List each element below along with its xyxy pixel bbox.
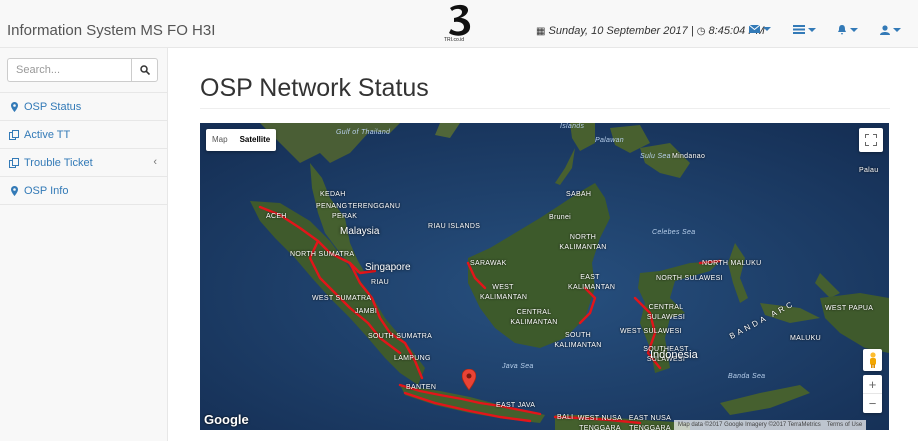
title-divider xyxy=(200,108,890,109)
sidebar-item-active-tt[interactable]: Active TT xyxy=(0,121,167,149)
page-title: OSP Network Status xyxy=(200,74,429,102)
user-dropdown[interactable] xyxy=(880,25,901,35)
zoom-in-button[interactable]: + xyxy=(863,375,882,394)
location-marker-icon[interactable] xyxy=(462,369,476,391)
map-label-sabah: SABAH xyxy=(566,191,592,198)
search-button[interactable] xyxy=(131,58,158,82)
map-label-indonesia: Indonesia xyxy=(650,349,698,361)
copy-icon xyxy=(9,129,19,140)
map-label-north-kalimantan: NORTH KALIMANTAN xyxy=(559,234,607,251)
map-label-perak: PERAK xyxy=(332,213,358,220)
current-date: Sunday, 10 September 2017 xyxy=(548,25,688,37)
google-logo[interactable]: Google xyxy=(204,412,249,427)
sidebar-item-osp-info[interactable]: OSP Info xyxy=(0,177,167,205)
calendar-icon: ▦ xyxy=(536,26,546,37)
map-type-map-button[interactable]: Map xyxy=(206,129,234,151)
map-label-south-sumatra: SOUTH SUMATRA xyxy=(368,333,433,340)
envelope-icon xyxy=(749,25,760,33)
datetime: ▦ Sunday, 10 September 2017 | ◷ 8:45:04 … xyxy=(536,25,765,37)
map-marker-icon xyxy=(9,101,19,112)
fullscreen-icon xyxy=(865,134,877,146)
map-label-north-sumatra: NORTH SUMATRA xyxy=(290,251,355,258)
map-type-satellite-button[interactable]: Satellite xyxy=(234,129,277,151)
fullscreen-button[interactable] xyxy=(859,128,883,152)
map-label-east-kalimantan: EAST KALIMANTAN xyxy=(568,274,616,291)
map-label-banda-sea: Banda Sea xyxy=(728,373,766,380)
tasks-dropdown[interactable] xyxy=(793,25,816,34)
map-marker-icon xyxy=(9,185,19,196)
map-label-north-sulawesi: NORTH SULAWESI xyxy=(656,275,723,282)
top-navbar: Information System MS FO H3I TRI.co.id ▦… xyxy=(0,0,918,48)
terms-link[interactable]: Terms of Use xyxy=(827,420,862,430)
clock-icon: ◷ xyxy=(696,26,706,37)
street-view-pegman[interactable] xyxy=(863,349,882,371)
map-label-penang: PENANG xyxy=(316,203,348,210)
sidebar-search xyxy=(7,58,158,82)
map-label-java-sea: Java Sea xyxy=(502,363,534,370)
messages-dropdown[interactable] xyxy=(749,25,771,33)
sidebar: OSP Status Active TT Trouble Ticket ‹ OS… xyxy=(0,48,168,441)
map-label-celebes-sea: Celebes Sea xyxy=(652,229,696,236)
map-label-gulf: Gulf of Thailand xyxy=(336,129,391,136)
map-label-sulu-sea: Sulu Sea xyxy=(640,153,671,160)
map-label-palawan: Palawan xyxy=(595,137,624,144)
map-label-sarawak: SARAWAK xyxy=(470,260,507,267)
search-icon xyxy=(139,65,150,75)
map-label-kedah: KEDAH xyxy=(320,191,346,198)
map-label-north-maluku: NORTH MALUKU xyxy=(702,260,762,267)
datetime-separator: | xyxy=(690,25,694,37)
pegman-icon xyxy=(869,352,876,368)
search-input[interactable] xyxy=(7,58,131,82)
map-attribution: Map data ©2017 Google Imagery ©2017 Terr… xyxy=(674,420,867,430)
map-terrain xyxy=(200,123,889,430)
map-label-bali: BALI xyxy=(557,414,574,421)
map-label-aceh: ACEH xyxy=(266,213,287,220)
alerts-dropdown[interactable] xyxy=(837,25,858,35)
map-label-west-sumatra: WEST SUMATRA xyxy=(312,295,372,302)
map-label-central-kalimantan: CENTRAL KALIMANTAN xyxy=(510,309,558,326)
chevron-left-icon[interactable]: ‹ xyxy=(153,156,157,168)
map-label-maluku: MALUKU xyxy=(790,335,821,342)
zoom-out-button[interactable]: − xyxy=(863,394,882,413)
map-label-jambi: JAMBI xyxy=(355,308,378,315)
map-label-brunei: Brunei xyxy=(549,214,572,221)
zoom-control: + − xyxy=(863,375,882,413)
map-label-east-java: EAST JAVA xyxy=(496,402,536,409)
sidebar-menu: OSP Status Active TT Trouble Ticket ‹ OS… xyxy=(0,92,167,205)
map-label-west-nusa-tenggara: WEST NUSA TENGGARA xyxy=(577,415,623,430)
user-icon xyxy=(880,25,890,35)
map-label-riau: RIAU xyxy=(371,279,389,286)
map-label-palau: Palau xyxy=(859,167,879,174)
sidebar-item-osp-status[interactable]: OSP Status xyxy=(0,93,167,121)
map-label-south-kalimantan: SOUTH KALIMANTAN xyxy=(554,332,602,349)
logo-text: TRI.co.id xyxy=(444,37,465,43)
sidebar-item-label: Trouble Ticket xyxy=(24,156,93,169)
map-label-malaysia: Malaysia xyxy=(340,226,380,237)
map-label-riau-islands: RIAU ISLANDS xyxy=(428,223,481,230)
copy-icon xyxy=(9,157,19,168)
sidebar-item-trouble-ticket[interactable]: Trouble Ticket ‹ xyxy=(0,149,167,177)
map-label-east-nusa-tenggara: EAST NUSA TENGGARA xyxy=(628,415,672,430)
map-label-west-sulawesi: WEST SULAWESI xyxy=(620,328,682,335)
map-label-west-papua: WEST PAPUA xyxy=(825,305,874,312)
map-label-central-sulawesi: CENTRAL SULAWESI xyxy=(646,304,686,321)
attribution-text: Map data ©2017 Google Imagery ©2017 Terr… xyxy=(678,422,821,428)
tasks-icon xyxy=(793,25,805,34)
bell-icon xyxy=(838,25,846,35)
network-map[interactable]: Islands Gulf of Thailand Palawan Sulu Se… xyxy=(200,123,889,430)
map-label-islands: Islands xyxy=(560,123,585,130)
map-label-banten: BANTEN xyxy=(406,384,437,391)
map-type-control: Map Satellite xyxy=(206,129,277,151)
app-title[interactable]: Information System MS FO H3I xyxy=(7,22,215,39)
sidebar-item-label: Active TT xyxy=(24,128,71,141)
sidebar-item-label: OSP Info xyxy=(24,184,69,197)
map-label-mindanao: Mindanao xyxy=(672,153,706,160)
map-label-lampung: LAMPUNG xyxy=(394,355,431,362)
map-label-west-kalimantan: WEST KALIMANTAN xyxy=(480,284,528,301)
map-label-singapore: Singapore xyxy=(365,262,411,273)
sidebar-item-label: OSP Status xyxy=(24,100,82,113)
map-label-terengganu: TERENGGANU xyxy=(348,203,401,210)
